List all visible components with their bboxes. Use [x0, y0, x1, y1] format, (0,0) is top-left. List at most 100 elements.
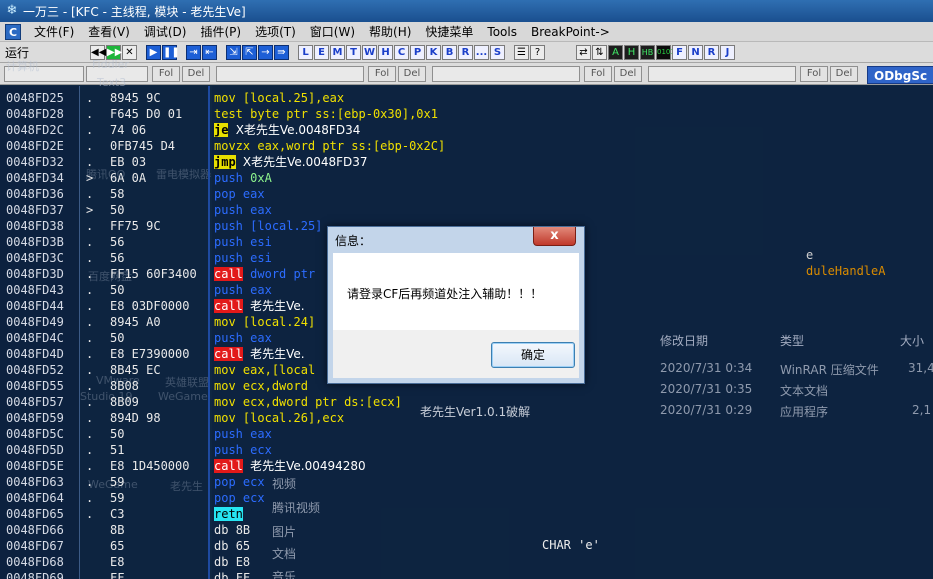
instruction-row[interactable]: pop ecx [214, 474, 265, 490]
hex-cell[interactable]: 8B08 [110, 378, 139, 394]
cpu-button[interactable]: C [394, 44, 409, 60]
binary-icon[interactable]: 0101 [656, 44, 675, 60]
hex-cell[interactable]: 8B09 [110, 394, 139, 410]
instruction-row[interactable]: db 8B [214, 522, 250, 538]
hex-cell[interactable]: 8B [110, 522, 124, 538]
fol-button-2[interactable]: Fol [368, 66, 396, 82]
hex-cell[interactable]: F645 D0 01 [110, 106, 182, 122]
hex-cell[interactable]: 50 [110, 282, 124, 298]
plugin-field-5[interactable] [648, 66, 796, 82]
address-cell[interactable]: 0048FD4D [6, 346, 64, 362]
address-cell[interactable]: 0048FD69 [6, 570, 64, 579]
step-into-button[interactable]: ⇥ [186, 44, 201, 60]
hex-dump-column[interactable]: . 8945 9C. F645 D0 01. 74 06. 0FB745 D4. EB 0… [80, 86, 210, 579]
address-cell[interactable]: 0048FD28 [6, 106, 64, 122]
dialog-close-button[interactable]: x [533, 227, 576, 246]
help-icon[interactable]: ? [530, 44, 545, 60]
menu-window[interactable]: 窗口(W) [303, 22, 362, 42]
instruction-row[interactable]: pop ecx [214, 490, 265, 506]
hex-cell[interactable]: 51 [110, 442, 124, 458]
address-cell[interactable]: 0048FD36 [6, 186, 64, 202]
ok-button[interactable]: 确定 [491, 342, 575, 368]
address-cell[interactable]: 0048FD65 [6, 506, 64, 522]
hex-cell[interactable]: 8B45 EC [110, 362, 161, 378]
instruction-row[interactable]: test byte ptr ss:[ebp-0x30],0x1 [214, 106, 438, 122]
address-cell[interactable]: 0048FD5C [6, 426, 64, 442]
address-cell[interactable]: 0048FD3B [6, 234, 64, 250]
del-button-3[interactable]: Del [614, 66, 642, 82]
trace-over-button[interactable]: ⇱ [242, 44, 257, 60]
fol-button-1[interactable]: Fol [152, 66, 180, 82]
instruction-row[interactable]: push eax [214, 330, 272, 346]
hex-cell[interactable]: C3 [110, 506, 124, 522]
menu-debug[interactable]: 调试(D) [137, 22, 194, 42]
call-stack-button[interactable]: K [426, 44, 441, 60]
instruction-row[interactable]: call 老先生Ve. [214, 298, 305, 314]
hex-cell[interactable]: EB 03 [110, 154, 146, 170]
hex-cell[interactable]: FF75 9C [110, 218, 161, 234]
instruction-row[interactable]: mov [local.24] [214, 314, 315, 330]
fol-button-4[interactable]: Fol [800, 66, 828, 82]
run-button[interactable]: ▶ [146, 44, 161, 60]
hex-cell[interactable]: 50 [110, 426, 124, 442]
address-cell[interactable]: 0048FD67 [6, 538, 64, 554]
execute-till-return-button[interactable]: → [258, 44, 273, 60]
hex-cell[interactable]: 58 [110, 186, 124, 202]
del-button-2[interactable]: Del [398, 66, 426, 82]
hex-cell[interactable]: E8 03DF0000 [110, 298, 189, 314]
patches-button[interactable]: P [410, 44, 425, 60]
instruction-row[interactable]: db FF [214, 570, 250, 579]
address-cell[interactable]: 0048FD5D [6, 442, 64, 458]
address-cell[interactable]: 0048FD3C [6, 250, 64, 266]
hex-cell[interactable]: 8945 9C [110, 90, 161, 106]
address-cell[interactable]: 0048FD43 [6, 282, 64, 298]
plugin-n-button[interactable]: N [688, 44, 703, 60]
address-cell[interactable]: 0048FD66 [6, 522, 64, 538]
address-cell[interactable]: 0048FD63 [6, 474, 64, 490]
hex-cell[interactable]: 59 [110, 474, 124, 490]
instruction-row[interactable]: db E8 [214, 554, 250, 570]
hex-cell[interactable]: 6A 0A [110, 170, 146, 186]
hex-cell[interactable]: 56 [110, 250, 124, 266]
goto-button[interactable]: ⇛ [274, 44, 289, 60]
menu-options[interactable]: 选项(T) [248, 22, 303, 42]
menu-help[interactable]: 帮助(H) [362, 22, 418, 42]
app-c-icon[interactable]: C [5, 23, 21, 40]
handles-button[interactable]: H [378, 44, 393, 60]
swap-vertical-button[interactable]: ⇅ [592, 44, 607, 60]
instruction-row[interactable]: push 0xA [214, 170, 272, 186]
hex-cell[interactable]: 59 [110, 490, 124, 506]
instruction-row[interactable]: mov ecx,dword [214, 378, 308, 394]
odbgscript-tab[interactable]: ODbgSc [867, 66, 933, 84]
plugin-j-button[interactable]: J [720, 44, 735, 60]
hex-cell[interactable]: E8 E7390000 [110, 346, 189, 362]
hex-cell[interactable]: FF [110, 570, 124, 579]
instruction-row[interactable]: jmp X老先生Ve.0048FD37 [214, 154, 368, 170]
hex-cell[interactable]: 74 06 [110, 122, 146, 138]
address-cell[interactable]: 0048FD34 [6, 170, 64, 186]
source-button[interactable]: S [490, 44, 505, 60]
hex-cell[interactable]: E8 [110, 554, 124, 570]
address-cell[interactable]: 0048FD5E [6, 458, 64, 474]
log-window-button[interactable]: L [298, 44, 313, 60]
address-cell[interactable]: 0048FD59 [6, 410, 64, 426]
address-cell[interactable]: 0048FD64 [6, 490, 64, 506]
address-cell[interactable]: 0048FD25 [6, 90, 64, 106]
menu-plugins[interactable]: 插件(P) [193, 22, 248, 42]
menu-view[interactable]: 查看(V) [81, 22, 137, 42]
address-cell[interactable]: 0048FD52 [6, 362, 64, 378]
address-cell[interactable]: 0048FD38 [6, 218, 64, 234]
references-button[interactable]: R [458, 44, 473, 60]
menu-file[interactable]: 文件(F) [27, 22, 81, 42]
menu-tools[interactable]: Tools [480, 22, 524, 42]
instruction-row[interactable]: mov [local.26],ecx [214, 410, 344, 426]
address-cell[interactable]: 0048FD3D [6, 266, 64, 282]
del-button-1[interactable]: Del [182, 66, 210, 82]
address-cell[interactable]: 0048FD57 [6, 394, 64, 410]
menu-shortcut[interactable]: 快捷菜单 [418, 22, 480, 42]
instruction-row[interactable]: push ecx [214, 442, 272, 458]
hex-cell[interactable]: 0FB745 D4 [110, 138, 175, 154]
hex-cell[interactable]: 56 [110, 234, 124, 250]
instruction-row[interactable]: mov [local.25],eax [214, 90, 344, 106]
plugin-field-4[interactable] [432, 66, 580, 82]
